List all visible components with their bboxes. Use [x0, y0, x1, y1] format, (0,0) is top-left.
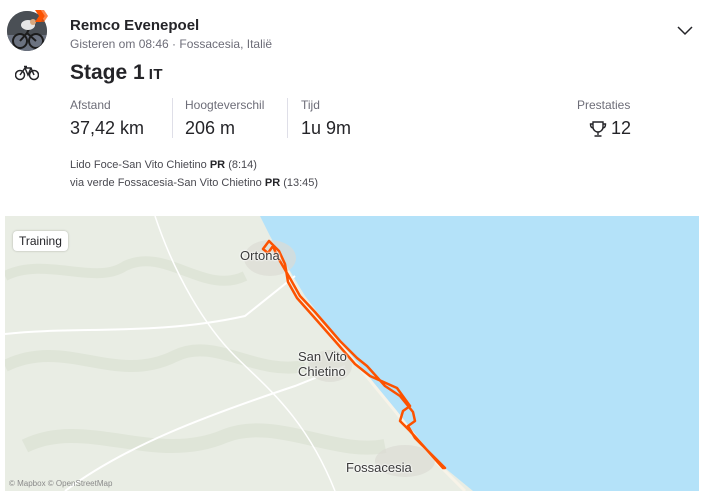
bike-icon: [15, 65, 39, 81]
athlete-name[interactable]: Remco Evenepoel: [70, 17, 199, 34]
map-tag: Training: [13, 231, 68, 251]
activity-meta: Gisteren om 08:46 · Fossacesia, Italië: [70, 37, 273, 51]
stat-elevation: Hoogteverschil 206 m: [185, 98, 264, 139]
segment-pr[interactable]: via verde Fossacesia-San Vito Chietino P…: [70, 177, 318, 189]
route-map[interactable]: [5, 216, 699, 491]
pr-badge: PR: [264, 177, 281, 189]
segment-pr[interactable]: Lido Foce-San Vito Chietino PR (8:14): [70, 159, 257, 171]
stat-value: 206 m: [185, 118, 236, 138]
map-credit[interactable]: © Mapbox © OpenStreetMap: [9, 479, 112, 488]
town-label: Chietino: [298, 364, 346, 379]
achievements-count: 12: [611, 118, 632, 138]
trophy-icon: [589, 120, 607, 137]
pr-badge: PR: [209, 159, 226, 171]
town-label: Ortona: [240, 248, 280, 263]
achievements-label: Prestaties: [577, 98, 631, 112]
activity-title[interactable]: Stage 1 IT: [70, 61, 163, 85]
stat-distance: Afstand 37,42 km: [70, 98, 144, 139]
activity-title-text[interactable]: Stage 1: [70, 61, 145, 84]
strava-badge-icon: [35, 10, 48, 22]
stat-value: 1u 9m: [301, 118, 352, 138]
chevron-down-icon[interactable]: [675, 24, 695, 38]
stat-value: 37,42 km: [70, 118, 145, 138]
activity-title-suffix: IT: [148, 66, 164, 83]
achievements-value: 12: [577, 118, 631, 139]
segment-name: via verde Fossacesia-San Vito Chietino: [70, 177, 262, 189]
segment-time: (13:45): [283, 177, 319, 189]
stat-divider: [287, 98, 288, 138]
town-label: San Vito: [298, 349, 347, 364]
stat-divider: [172, 98, 173, 138]
stat-label: Afstand: [70, 98, 111, 112]
stat-time: Tijd 1u 9m: [301, 98, 351, 139]
stat-label: Hoogteverschil: [185, 98, 265, 112]
achievements[interactable]: Prestaties 12: [577, 98, 631, 139]
stat-label: Tijd: [301, 98, 320, 112]
segment-name: Lido Foce-San Vito Chietino: [70, 159, 207, 171]
town-label: Fossacesia: [346, 460, 412, 475]
segment-time: (8:14): [228, 159, 257, 171]
